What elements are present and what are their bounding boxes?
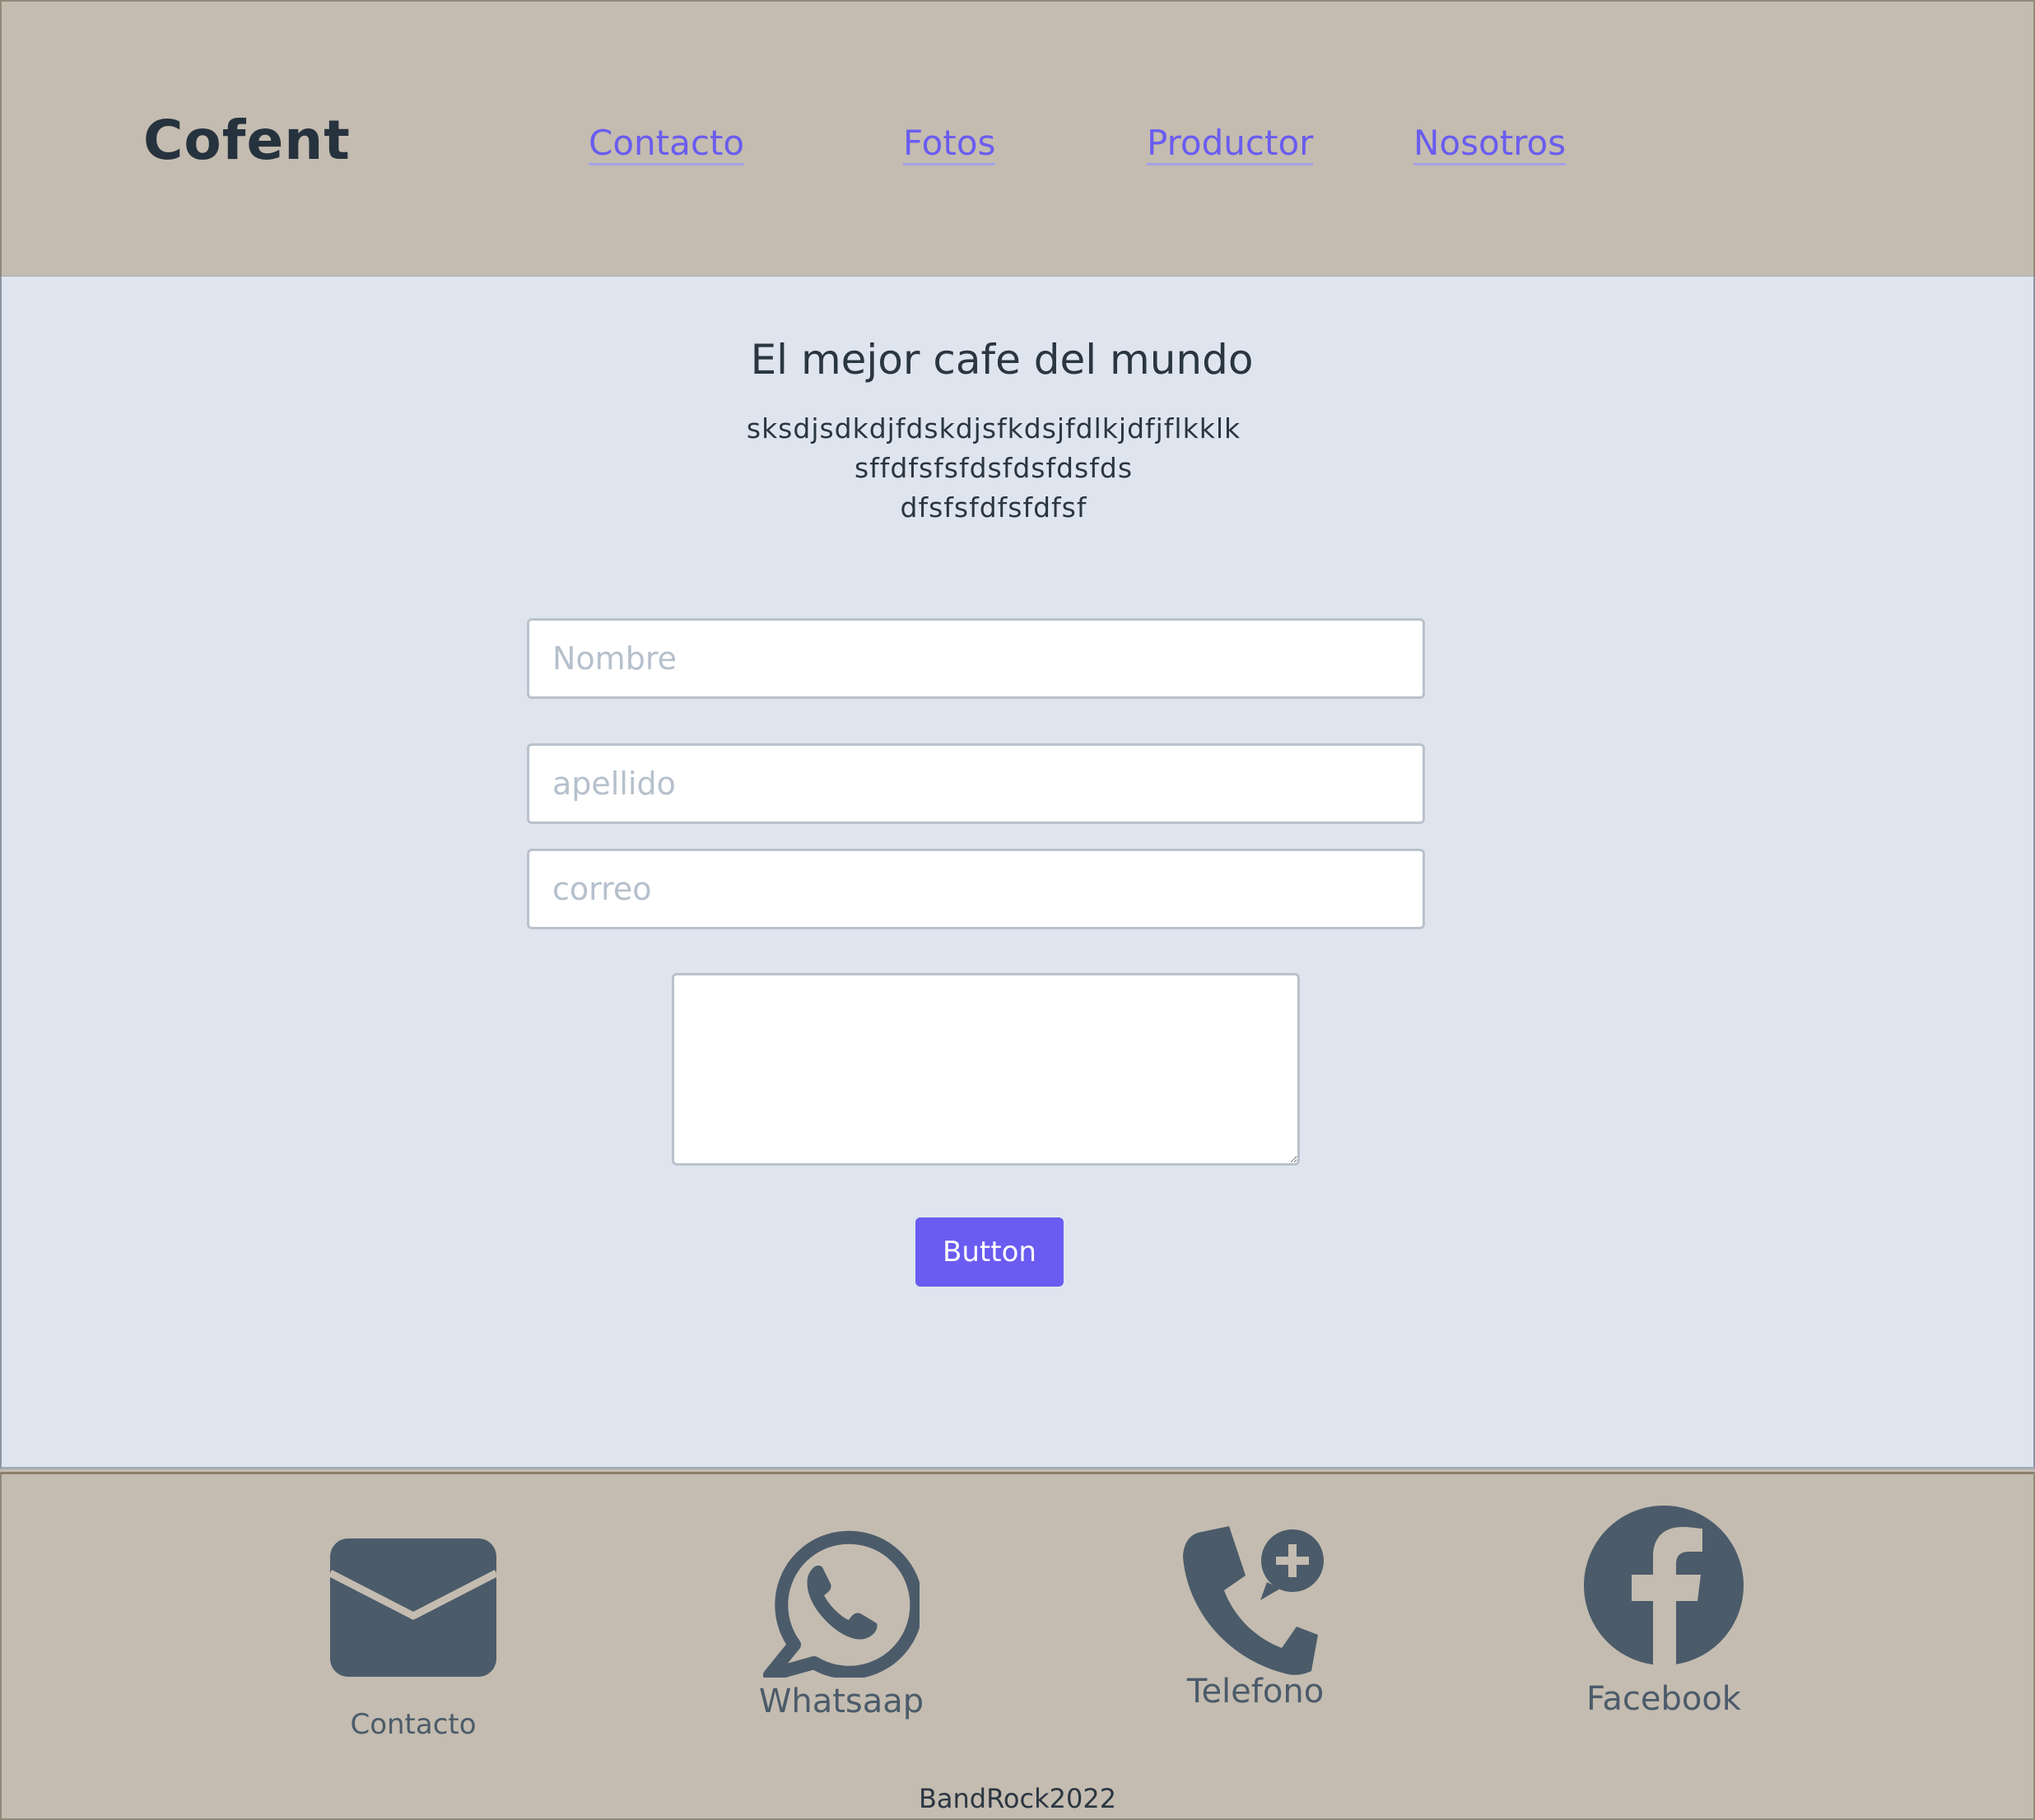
site-header: Cofent Contacto Fotos Productor Nosotros xyxy=(0,0,2035,278)
social-label-telefono: Telefono xyxy=(1186,1673,1325,1711)
envelope-icon xyxy=(328,1538,498,1677)
social-telefono[interactable]: Telefono xyxy=(1169,1524,1342,1711)
nav-link-contacto[interactable]: Contacto xyxy=(589,123,745,165)
facebook-icon xyxy=(1584,1506,1744,1667)
social-label-contacto: Contacto xyxy=(350,1708,477,1741)
nav-link-productor[interactable]: Productor xyxy=(1147,123,1314,165)
social-facebook[interactable]: Facebook xyxy=(1574,1504,1753,1718)
nav-link-nosotros[interactable]: Nosotros xyxy=(1413,123,1567,165)
message-textarea[interactable] xyxy=(672,973,1300,1166)
submit-button[interactable]: Button xyxy=(915,1217,1064,1287)
nombre-input[interactable] xyxy=(527,618,1425,699)
apellido-input[interactable] xyxy=(527,743,1425,824)
body-text-line-3: dfsfsfdfsfdfsf xyxy=(900,491,1087,524)
site-footer: Contacto Whatsaap Telefono Facebook Band… xyxy=(0,1472,2035,1820)
phone-plus-icon xyxy=(1183,1526,1324,1675)
main-section: El mejor cafe del mundo sksdjsdkdjfdskdj… xyxy=(0,277,2035,1469)
social-contacto[interactable]: Contacto xyxy=(321,1537,505,1741)
copyright-text: BandRock2022 xyxy=(918,1783,1117,1814)
correo-input[interactable] xyxy=(527,849,1425,929)
page-headline: El mejor cafe del mundo xyxy=(750,336,1254,384)
body-text-line-2: sffdfsfsfdsfdsfdsfds xyxy=(854,452,1134,484)
body-text-line-1: sksdjsdkdjfdskdjsfkdsjfdlkjdfjflkklk xyxy=(746,412,1241,445)
whatsapp-icon xyxy=(763,1530,920,1678)
social-whatsapp[interactable]: Whatsaap xyxy=(743,1521,940,1720)
social-label-facebook: Facebook xyxy=(1586,1680,1741,1718)
brand-logo[interactable]: Cofent xyxy=(143,109,351,172)
social-label-whatsaap: Whatsaap xyxy=(758,1683,924,1720)
nav-link-fotos[interactable]: Fotos xyxy=(903,123,996,165)
